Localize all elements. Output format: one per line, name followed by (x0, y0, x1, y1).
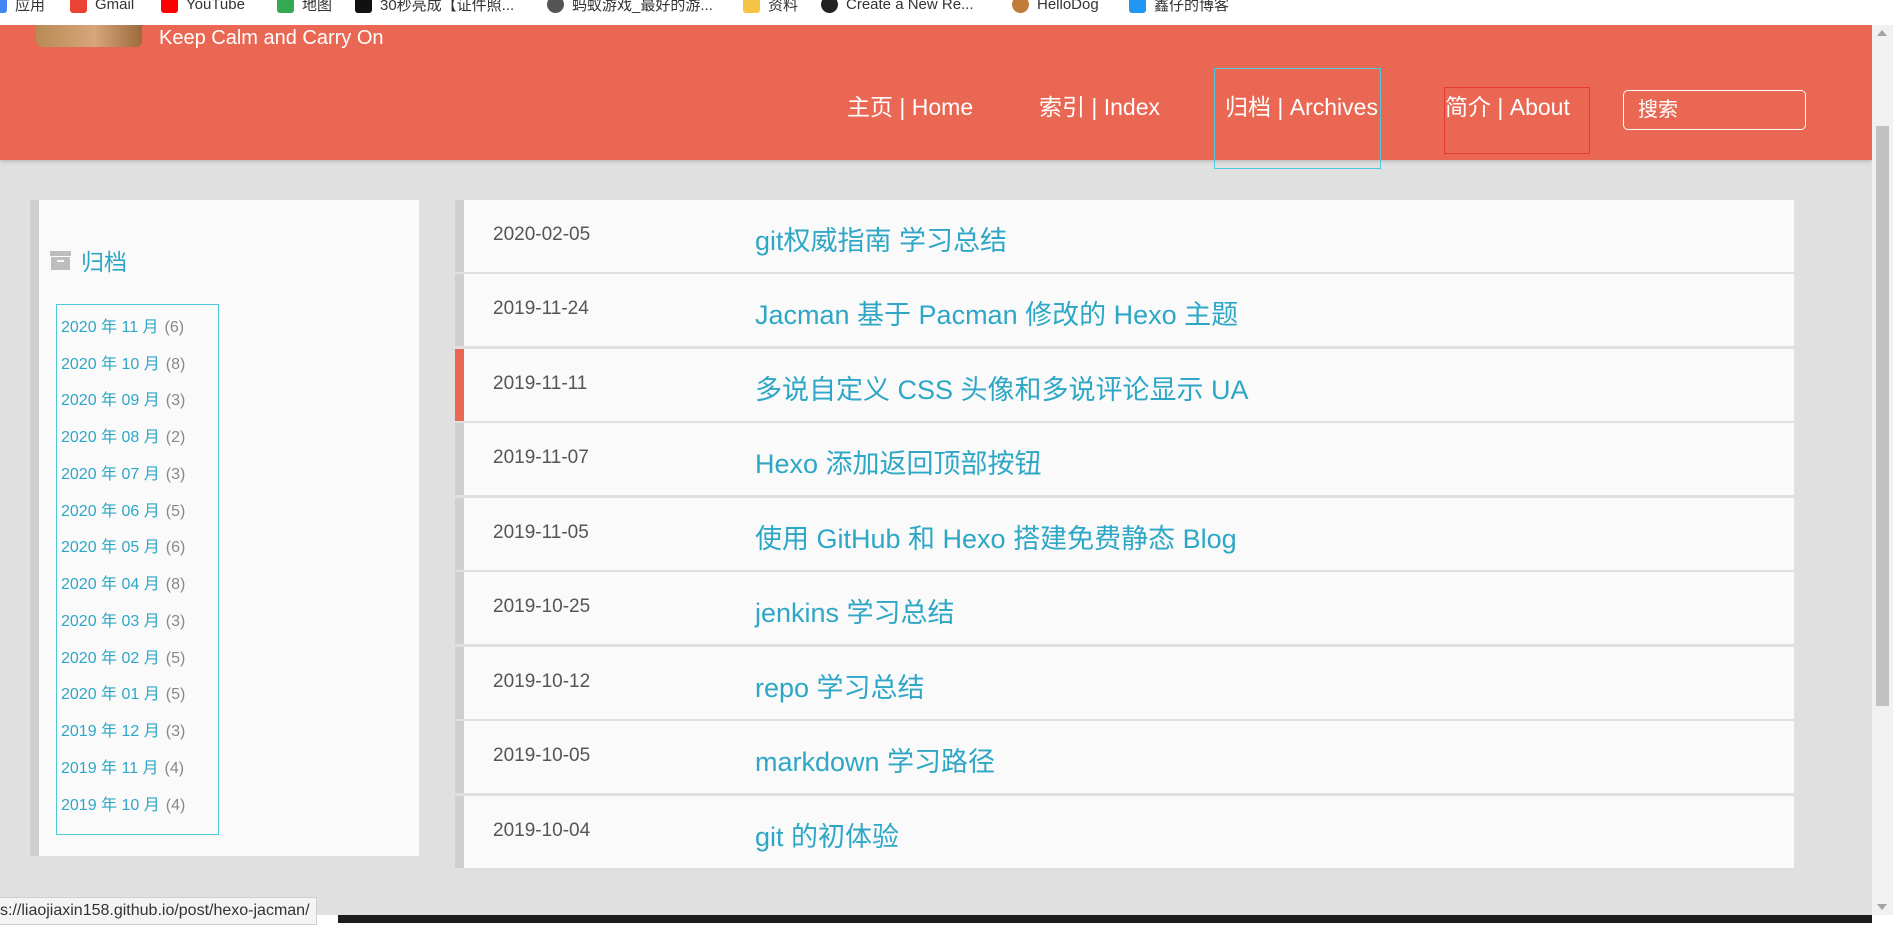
archive-month-item[interactable]: 2020 年 09 月 (3) (61, 386, 185, 409)
bookmark-blog[interactable]: 鑫仔的博客 (1129, 0, 1229, 15)
dog-icon (1012, 0, 1029, 13)
bookmark-apps[interactable]: 应用 (0, 0, 45, 15)
archive-month-list: 2020 年 11 月 (6) 2020 年 10 月 (8) 2020 年 09 … (56, 304, 219, 835)
bookmarks-bar: 应用 Gmail YouTube 地图 30秒亮成【证件照... 蚂蚁游戏_最好… (0, 0, 1893, 25)
post-row[interactable]: 2020-02-05 git权威指南 学习总结 (455, 200, 1794, 272)
folder-icon (743, 0, 760, 13)
globe-icon (547, 0, 564, 13)
archive-box-icon (50, 250, 71, 270)
post-title-link[interactable]: markdown 学习路径 (755, 740, 995, 779)
post-title-link[interactable]: git权威指南 学习总结 (755, 219, 1007, 258)
post-date: 2019-11-24 (493, 298, 589, 319)
nav-index[interactable]: 索引 | Index (1039, 92, 1160, 122)
post-date: 2019-10-04 (493, 820, 591, 841)
nav-archives[interactable]: 归档 | Archives (1225, 92, 1378, 122)
post-title-link[interactable]: 使用 GitHub 和 Hexo 搭建免费静态 Blog (755, 517, 1237, 556)
archive-month-item[interactable]: 2020 年 02 月 (5) (61, 644, 185, 667)
link-status-url: s://liaojiaxin158.github.io/post/hexo-ja… (0, 897, 317, 925)
post-title-link[interactable]: Jacman 基于 Pacman 修改的 Hexo 主题 (755, 293, 1238, 332)
post-row[interactable]: 2019-10-12 repo 学习总结 (455, 647, 1794, 719)
post-title-link[interactable]: git 的初体验 (755, 815, 899, 854)
post-title-link[interactable]: 多说自定义 CSS 头像和多说评论显示 UA (755, 368, 1249, 407)
site-tagline: Keep Calm and Carry On (159, 27, 384, 49)
post-row[interactable]: 2019-11-07 Hexo 添加返回顶部按钮 (455, 423, 1794, 495)
post-row[interactable]: 2019-11-24 Jacman 基于 Pacman 修改的 Hexo 主题 (455, 274, 1794, 346)
post-date: 2020-02-05 (493, 224, 591, 245)
scrollbar-thumb[interactable] (1876, 126, 1889, 706)
sidebar-title[interactable]: 归档 (81, 243, 127, 277)
post-date: 2019-10-05 (493, 745, 591, 766)
apps-grid-icon (0, 0, 7, 13)
archive-month-item[interactable]: 2020 年 05 月 (6) (61, 533, 185, 556)
post-date: 2019-11-07 (493, 447, 589, 468)
archive-sidebar: 归档 2020 年 11 月 (6) 2020 年 10 月 (8) 2020 年 … (30, 200, 419, 856)
gmail-icon (70, 0, 87, 13)
site-header: Keep Calm and Carry On 主页 | Home 索引 | In… (0, 25, 1872, 169)
post-row[interactable]: 2019-10-04 git 的初体验 (455, 796, 1794, 868)
archive-month-item[interactable]: 2020 年 03 月 (3) (61, 607, 185, 630)
post-date: 2019-10-25 (493, 596, 591, 617)
bookmark-github[interactable]: Create a New Re... (821, 0, 974, 15)
archive-month-item[interactable]: 2020 年 06 月 (5) (61, 497, 185, 520)
post-title-link[interactable]: repo 学习总结 (755, 666, 925, 705)
bookmark-hellodog[interactable]: HelloDog (1012, 0, 1099, 15)
scroll-down-arrow-icon[interactable] (1877, 904, 1887, 910)
bookmark-gmail[interactable]: Gmail (70, 0, 134, 15)
bookmark-ant-games[interactable]: 蚂蚁游戏_最好的游... (547, 0, 713, 15)
scroll-up-arrow-icon[interactable] (1877, 30, 1887, 36)
github-icon (821, 0, 838, 13)
nav-home[interactable]: 主页 | Home (847, 92, 973, 122)
archive-month-item[interactable]: 2019 年 10 月 (4) (61, 791, 185, 814)
archive-month-item[interactable]: 2020 年 10 月 (8) (61, 350, 185, 373)
post-row-hovered[interactable]: 2019-11-11 多说自定义 CSS 头像和多说评论显示 UA (455, 349, 1794, 421)
bookmark-id-photo[interactable]: 30秒亮成【证件照... (355, 0, 514, 15)
tiktok-icon (355, 0, 372, 13)
archive-month-item[interactable]: 2019 年 12 月 (3) (61, 717, 185, 740)
post-title-link[interactable]: jenkins 学习总结 (755, 591, 955, 630)
post-row[interactable]: 2019-10-25 jenkins 学习总结 (455, 572, 1794, 644)
page-scrollbar[interactable] (1872, 25, 1893, 915)
post-date: 2019-10-12 (493, 671, 591, 692)
blog-icon (1129, 0, 1146, 13)
post-date: 2019-11-05 (493, 522, 589, 543)
post-title-link[interactable]: Hexo 添加返回顶部按钮 (755, 442, 1042, 481)
sidebar-heading: 归档 (50, 243, 127, 277)
archive-month-item[interactable]: 2020 年 01 月 (5) (61, 680, 185, 703)
bookmark-youtube[interactable]: YouTube (161, 0, 245, 15)
search-input[interactable] (1623, 90, 1806, 130)
nav-about[interactable]: 简介 | About (1445, 92, 1570, 122)
site-logo[interactable] (36, 25, 142, 47)
post-date: 2019-11-11 (493, 373, 588, 394)
bookmark-folder[interactable]: 资料 (743, 0, 798, 15)
archive-month-item[interactable]: 2020 年 07 月 (3) (61, 460, 185, 483)
bookmark-maps[interactable]: 地图 (277, 0, 332, 15)
post-row[interactable]: 2019-11-05 使用 GitHub 和 Hexo 搭建免费静态 Blog (455, 498, 1794, 570)
archive-month-item[interactable]: 2020 年 08 月 (2) (61, 423, 185, 446)
youtube-icon (161, 0, 178, 13)
archive-month-item[interactable]: 2020 年 11 月 (6) (61, 313, 184, 336)
post-row[interactable]: 2019-10-05 markdown 学习路径 (455, 721, 1794, 793)
maps-icon (277, 0, 294, 13)
page-bottom-bar (338, 915, 1872, 923)
archive-month-item[interactable]: 2020 年 04 月 (8) (61, 570, 185, 593)
archive-month-item[interactable]: 2019 年 11 月 (4) (61, 754, 184, 777)
